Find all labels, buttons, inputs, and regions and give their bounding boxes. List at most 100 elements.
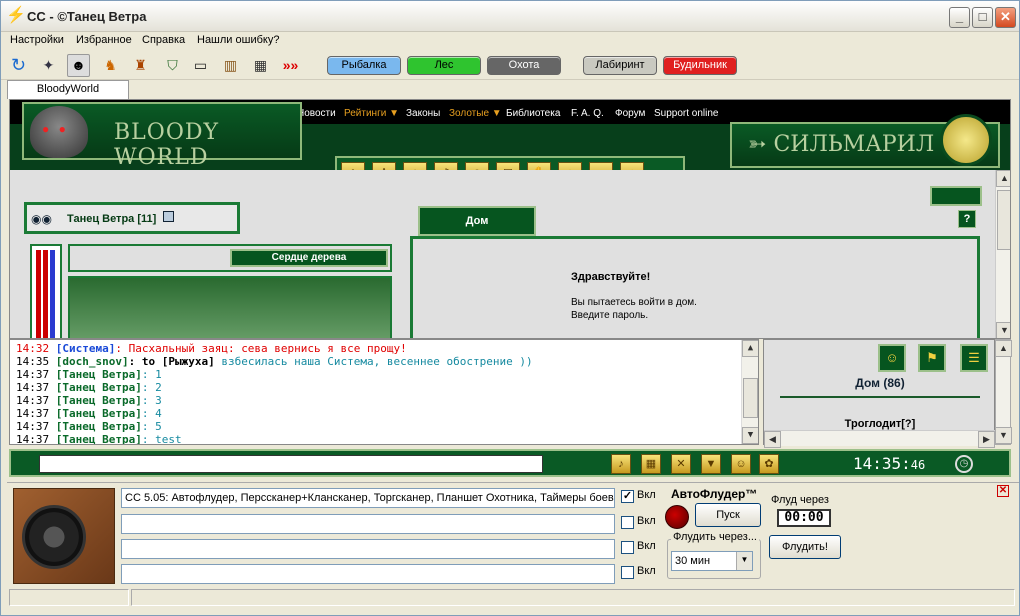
character-panel: ◉◉ Танец Ветра [11] [24, 202, 240, 234]
refresh-icon[interactable]: ↻ [7, 54, 30, 77]
scroll-up-icon[interactable]: ▲ [996, 170, 1010, 187]
labyrinth-button[interactable]: Лабиринт [583, 56, 657, 75]
scroll-down-icon[interactable]: ▼ [742, 427, 758, 444]
game-scrollbar[interactable]: ▲ ▼ [995, 170, 1010, 338]
flag-icon[interactable]: ⚑ [918, 344, 946, 372]
eye-icon[interactable]: ◉◉ [31, 212, 52, 226]
ornament-divider [780, 396, 980, 398]
smiley-icon[interactable]: ☺ [731, 454, 751, 474]
flood-text-4[interactable] [121, 564, 615, 584]
gold-coins-icon[interactable] [930, 186, 982, 206]
chevron-down-icon[interactable]: ▼ [736, 552, 752, 570]
music-icon[interactable]: ♪ [611, 454, 631, 474]
location-header: Сердце дерева [68, 244, 392, 272]
mask-icon[interactable]: ☻ [67, 54, 90, 77]
game-clock: 14:35:46 [853, 454, 926, 473]
scroll-thumb[interactable] [997, 190, 1010, 250]
enable-label: Вкл [637, 515, 656, 527]
info-icon[interactable] [163, 211, 174, 222]
nav-faq[interactable]: F. A. Q. [571, 108, 604, 119]
close-button[interactable]: ✕ [995, 7, 1016, 28]
chat-line: 14:37 [Танец Ветра]: 5 [16, 420, 162, 433]
nav-library[interactable]: Библиотека [506, 108, 560, 119]
list-icon[interactable]: ☰ [960, 344, 988, 372]
menu-favorites[interactable]: Избранное [76, 34, 132, 46]
title-bar: ⚡ CC - ©Танец Ветра _ □ ✕ [1, 1, 1019, 32]
forward-icon[interactable]: »» [279, 54, 302, 77]
nav-gold[interactable]: Золотые ▼ [449, 108, 502, 119]
scroll-up-icon[interactable]: ▲ [742, 340, 758, 357]
cassette-icon[interactable]: ▭ [189, 54, 212, 77]
enable-label: Вкл [637, 540, 656, 552]
status-pane-1 [9, 589, 129, 606]
enable-checkbox-3[interactable] [621, 541, 634, 554]
room-title: Дом (86) [855, 376, 905, 390]
scroll-up-icon[interactable]: ▲ [995, 340, 1012, 357]
minimize-button[interactable]: _ [949, 7, 970, 28]
chat-input[interactable] [39, 455, 543, 473]
chat-line: 14:35 [doch_snov]: to [Рыжуха] взбесилас… [16, 355, 533, 368]
people-icon[interactable]: ☺ [878, 344, 906, 372]
warrior-icon[interactable]: ♜ [129, 54, 152, 77]
room-hscrollbar[interactable]: ◀ ▶ [764, 430, 996, 448]
nav-forum[interactable]: Форум [615, 108, 645, 119]
flood-text-3[interactable] [121, 539, 615, 559]
nav-laws[interactable]: Законы [406, 108, 440, 119]
filter-icon[interactable]: ▼ [701, 454, 721, 474]
book-icon[interactable]: ▥ [219, 54, 242, 77]
tab-house[interactable]: Дом [418, 206, 536, 236]
clear-icon[interactable]: ✕ [671, 454, 691, 474]
speaker-image [13, 488, 115, 584]
alarm-button[interactable]: Будильник [663, 56, 737, 75]
chat-scrollbar[interactable]: ▲ ▼ [741, 340, 758, 444]
flood-text-2[interactable] [121, 514, 615, 534]
menu-help[interactable]: Справка [142, 34, 185, 46]
settings-icon[interactable]: ✿ [759, 454, 779, 474]
flood-text-1[interactable]: CC 5.05: Автофлудер, Персcканер+Кланcкан… [121, 488, 615, 508]
scroll-down-icon[interactable]: ▼ [995, 427, 1012, 444]
chat-line: 14:37 [Танец Ветра]: 2 [16, 381, 162, 394]
dragon-icon[interactable]: ✦ [37, 54, 60, 77]
flood-now-button[interactable]: Флудить! [769, 535, 841, 559]
maximize-button[interactable]: □ [972, 7, 993, 28]
heart-of-tree-button[interactable]: Сердце дерева [230, 249, 388, 267]
flood-timer: 00:00 [777, 509, 831, 527]
mana-bar [50, 250, 55, 338]
location-image [68, 276, 392, 338]
enable-checkbox-2[interactable] [621, 516, 634, 529]
scroll-left-icon[interactable]: ◀ [764, 431, 781, 448]
nav-ratings[interactable]: Рейтинги ▼ [344, 108, 399, 119]
grid-icon[interactable]: ▦ [641, 454, 661, 474]
scroll-right-icon[interactable]: ▶ [978, 431, 995, 448]
close-icon[interactable]: ✕ [997, 485, 1009, 497]
window-title: CC - ©Танец Ветра [27, 9, 147, 24]
tab-strip: BloodyWorld [1, 80, 1019, 99]
enable-checkbox-1[interactable]: ✓ [621, 490, 634, 503]
help-button[interactable]: ? [958, 210, 976, 228]
lightning-icon: ⚡ [6, 7, 26, 24]
house-message-line2: Введите пароль. [571, 310, 649, 321]
menu-report-bug[interactable]: Нашли ошибку? [197, 34, 279, 46]
scroll-thumb[interactable] [743, 378, 758, 418]
forest-button[interactable]: Лес [407, 56, 481, 75]
character-name[interactable]: Танец Ветра [11] [67, 213, 156, 225]
calendar-icon[interactable]: ▦ [249, 54, 272, 77]
room-scrollbar[interactable]: ▲ ▼ [995, 339, 1012, 445]
start-button[interactable]: Пуск [695, 503, 761, 527]
nav-news[interactable]: Новости [297, 108, 336, 119]
player-name[interactable]: Троглодит[?] [764, 418, 996, 430]
tab-bloodyworld[interactable]: BloodyWorld [7, 80, 129, 99]
shield-icon[interactable]: ⛉ [161, 54, 184, 77]
skull-icon [30, 106, 88, 158]
logo-text: BLOODY WORLD [114, 120, 220, 170]
stopwatch-icon[interactable]: ◷ [955, 455, 973, 473]
enable-checkbox-4[interactable] [621, 566, 634, 579]
rabbit-icon[interactable]: ♞ [99, 54, 122, 77]
menu-settings[interactable]: Настройки [10, 34, 64, 46]
hp-bar [36, 250, 41, 338]
hunt-button[interactable]: Охота [487, 56, 561, 75]
interval-select[interactable]: 30 мин ▼ [671, 551, 753, 571]
nav-support[interactable]: Support online [654, 108, 719, 119]
scroll-down-icon[interactable]: ▼ [996, 322, 1010, 338]
fishing-button[interactable]: Рыбалка [327, 56, 401, 75]
